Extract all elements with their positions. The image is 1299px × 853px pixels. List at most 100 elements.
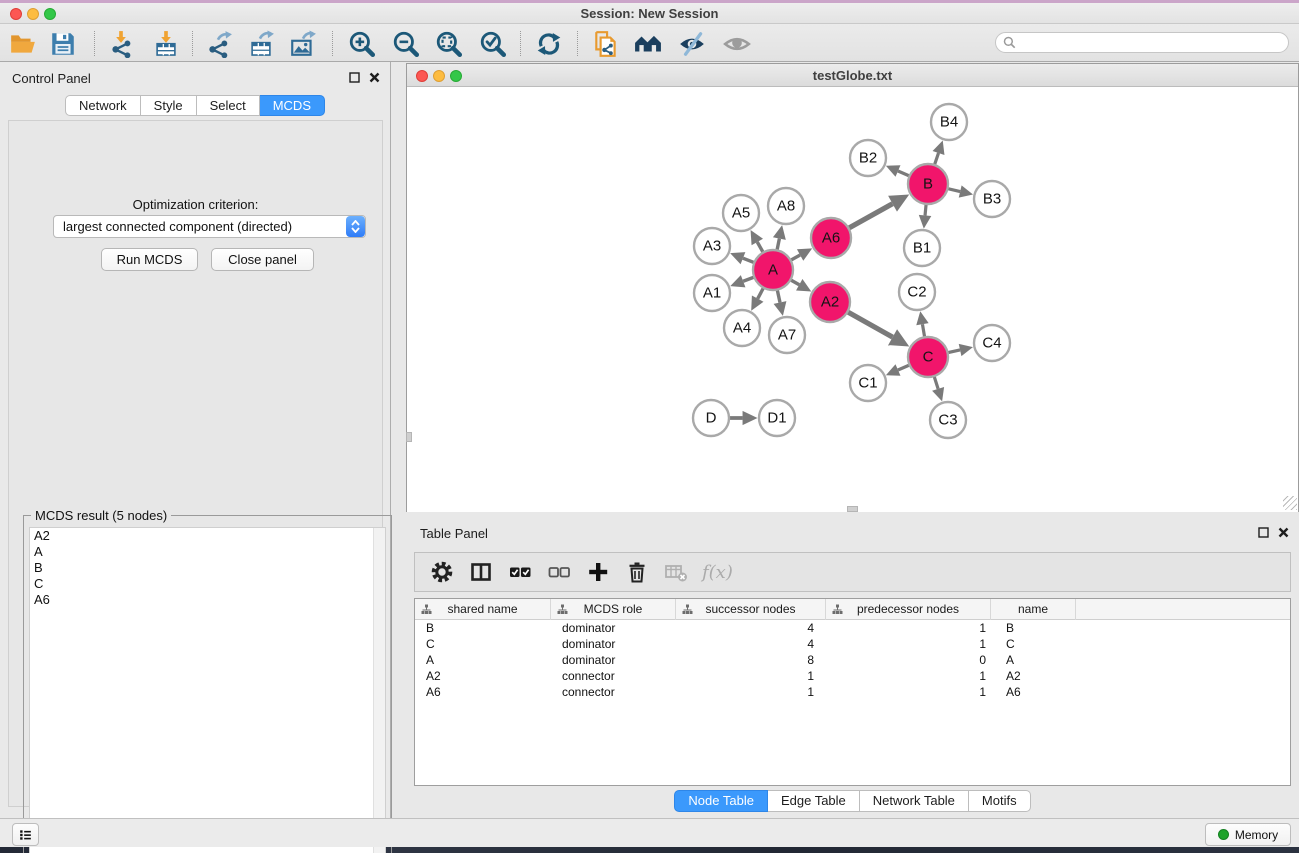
- table-cell: [1076, 684, 1290, 700]
- network-node-A8[interactable]: A8: [768, 188, 804, 224]
- mcds-result-list[interactable]: A2ABCA6: [29, 527, 386, 853]
- tab-mcds[interactable]: MCDS: [260, 95, 325, 116]
- column-header-mcds-role[interactable]: MCDS role: [551, 599, 676, 620]
- tab-style[interactable]: Style: [141, 95, 197, 116]
- duplicate-network-icon[interactable]: [592, 30, 620, 58]
- open-session-icon[interactable]: [9, 30, 37, 58]
- svg-text:A6: A6: [822, 230, 840, 247]
- tab-select[interactable]: Select: [197, 95, 260, 116]
- delete-column-icon[interactable]: [624, 559, 650, 585]
- zoom-fit-icon[interactable]: [435, 30, 463, 58]
- network-canvas[interactable]: B4 B2 B B3 A5A8 A6 A3 B1 A A1 C2 A2 A4 A7 C4 C C1 C3 D D1: [407, 88, 1298, 512]
- memory-button[interactable]: Memory: [1205, 823, 1291, 846]
- split-table-icon[interactable]: [468, 559, 494, 585]
- network-node-D[interactable]: D: [693, 400, 729, 436]
- unselect-all-columns-icon[interactable]: [546, 559, 572, 585]
- result-list-item[interactable]: B: [30, 560, 385, 576]
- export-network-icon[interactable]: [205, 30, 233, 58]
- maximize-window-button[interactable]: [44, 8, 56, 20]
- save-session-icon[interactable]: [49, 30, 77, 58]
- close-window-button[interactable]: [10, 8, 22, 20]
- svg-text:A4: A4: [733, 320, 751, 337]
- float-panel-icon[interactable]: [1258, 527, 1269, 538]
- network-maximize-button[interactable]: [450, 70, 462, 82]
- column-header-name[interactable]: name: [991, 599, 1076, 620]
- network-node-A6[interactable]: A6: [811, 218, 851, 258]
- network-node-A7[interactable]: A7: [769, 317, 805, 353]
- result-list-scrollbar[interactable]: [373, 528, 385, 853]
- network-node-C[interactable]: C: [908, 337, 948, 377]
- table-panel-tabs: Node Table Edge Table Network Table Moti…: [674, 790, 1030, 812]
- task-history-button[interactable]: [12, 823, 39, 846]
- network-close-button[interactable]: [416, 70, 428, 82]
- table-row[interactable]: Cdominator41C: [415, 636, 1290, 652]
- table-row[interactable]: A6connector11A6: [415, 684, 1290, 700]
- tab-edge-table[interactable]: Edge Table: [768, 790, 860, 812]
- column-header-successor-nodes[interactable]: successor nodes: [676, 599, 826, 620]
- toggle-panel-visibility-icon[interactable]: [723, 30, 751, 58]
- column-header-shared-name[interactable]: shared name: [415, 599, 551, 620]
- table-settings-icon[interactable]: [429, 559, 455, 585]
- splitter-handle-left[interactable]: [406, 432, 412, 442]
- network-node-A3[interactable]: A3: [694, 228, 730, 264]
- svg-text:B2: B2: [859, 150, 877, 167]
- result-list-item[interactable]: C: [30, 576, 385, 592]
- close-panel-icon[interactable]: [1278, 527, 1289, 538]
- run-mcds-button[interactable]: Run MCDS: [101, 248, 198, 271]
- window-resize-grip[interactable]: [1283, 496, 1297, 510]
- result-list-item[interactable]: A6: [30, 592, 385, 608]
- table-cell: connector: [551, 684, 676, 700]
- svg-text:A3: A3: [703, 238, 721, 255]
- show-all-networks-icon[interactable]: [634, 30, 662, 58]
- network-node-B3[interactable]: B3: [974, 181, 1010, 217]
- zoom-selected-icon[interactable]: [479, 30, 507, 58]
- network-node-A4[interactable]: A4: [724, 310, 760, 346]
- column-header-predecessor-nodes[interactable]: predecessor nodes: [826, 599, 991, 620]
- tab-network-table[interactable]: Network Table: [860, 790, 969, 812]
- hide-graphics-details-icon[interactable]: [678, 30, 706, 58]
- import-table-icon[interactable]: [152, 30, 180, 58]
- select-all-columns-icon[interactable]: [507, 559, 533, 585]
- export-image-icon[interactable]: [289, 30, 317, 58]
- function-builder-icon: f(x): [702, 562, 733, 583]
- table-row[interactable]: Adominator80A: [415, 652, 1290, 668]
- close-panel-icon[interactable]: [369, 72, 380, 83]
- float-panel-icon[interactable]: [349, 72, 360, 83]
- tab-network[interactable]: Network: [65, 95, 141, 116]
- network-node-B[interactable]: B: [908, 164, 948, 204]
- table-row[interactable]: A2connector11A2: [415, 668, 1290, 684]
- network-node-A1[interactable]: A1: [694, 275, 730, 311]
- result-list-item[interactable]: A: [30, 544, 385, 560]
- network-node-B1[interactable]: B1: [904, 230, 940, 266]
- zoom-in-icon[interactable]: [348, 30, 376, 58]
- network-node-A5[interactable]: A5: [723, 195, 759, 231]
- criterion-dropdown[interactable]: largest connected component (directed): [53, 215, 366, 238]
- close-panel-button[interactable]: Close panel: [211, 248, 314, 271]
- import-network-icon[interactable]: [107, 30, 135, 58]
- network-node-C2[interactable]: C2: [899, 274, 935, 310]
- zoom-out-icon[interactable]: [392, 30, 420, 58]
- network-node-C4[interactable]: C4: [974, 325, 1010, 361]
- network-node-D1[interactable]: D1: [759, 400, 795, 436]
- network-node-C1[interactable]: C1: [850, 365, 886, 401]
- network-node-A[interactable]: A: [753, 250, 793, 290]
- network-minimize-button[interactable]: [433, 70, 445, 82]
- table-row[interactable]: Bdominator41B: [415, 620, 1290, 636]
- splitter-handle-bottom[interactable]: [847, 506, 858, 512]
- app-titlebar: Session: New Session: [0, 3, 1299, 24]
- network-node-B4[interactable]: B4: [931, 104, 967, 140]
- network-node-B2[interactable]: B2: [850, 140, 886, 176]
- table-cell: [1076, 652, 1290, 668]
- svg-text:A7: A7: [778, 327, 796, 344]
- minimize-window-button[interactable]: [27, 8, 39, 20]
- apply-preferred-layout-icon[interactable]: [535, 30, 563, 58]
- result-list-item[interactable]: A2: [30, 528, 385, 544]
- export-table-icon[interactable]: [247, 30, 275, 58]
- network-node-C3[interactable]: C3: [930, 402, 966, 438]
- network-node-A2[interactable]: A2: [810, 282, 850, 322]
- tab-node-table[interactable]: Node Table: [674, 790, 768, 812]
- svg-text:C1: C1: [858, 375, 877, 392]
- add-column-icon[interactable]: [585, 559, 611, 585]
- tab-motifs[interactable]: Motifs: [969, 790, 1031, 812]
- search-field[interactable]: [995, 32, 1289, 53]
